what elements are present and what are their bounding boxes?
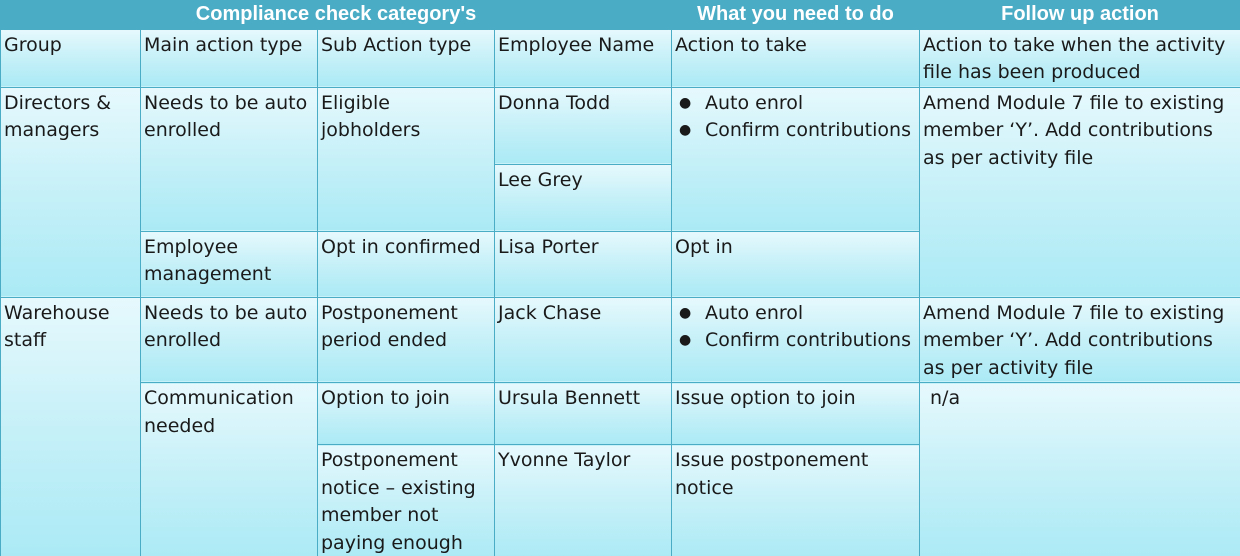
cell-main-directors-2: Employee management — [140, 230, 318, 298]
header-row: Compliance check category's What you nee… — [0, 0, 1240, 30]
col-action-to-take: Action to take — [671, 28, 920, 88]
list-item-text: Auto enrol — [705, 301, 804, 324]
column-header-row: Group Main action type Sub Action type E… — [0, 28, 1240, 88]
bullet-icon: ● — [679, 122, 692, 138]
cell-employee-ursula: Ursula Bennett — [494, 382, 672, 445]
cell-employee-jack: Jack Chase — [494, 296, 672, 383]
cell-sub-warehouse-2: Option to join — [317, 382, 495, 445]
cell-main-directors-1: Needs to be auto enrolled — [140, 86, 318, 232]
cell-employee-lee: Lee Grey — [494, 163, 672, 232]
cell-group-warehouse: Warehouse staff — [0, 296, 141, 556]
bullet-icon: ● — [679, 94, 692, 111]
cell-followup-warehouse-2: n/a — [919, 382, 1240, 556]
header-categories: Compliance check category's — [0, 0, 672, 30]
header-followup: Follow up action — [919, 0, 1240, 30]
cell-sub-directors-1: Eligible jobholders — [317, 86, 495, 232]
cell-followup-directors: Amend Module 7 file to existing member ‘… — [919, 86, 1240, 298]
table-row: Communication needed Option to join Ursu… — [1, 382, 1240, 556]
list-item-text: Confirm contributions — [705, 329, 911, 351]
list-item: ● Confirm contributions — [675, 327, 916, 355]
list-item: ● Confirm contributions — [675, 117, 916, 145]
col-sub-action-type: Sub Action type — [317, 28, 495, 88]
bullet-icon: ● — [679, 304, 692, 321]
action-bullet-list: ● Auto enrol ● Confirm contributions — [675, 300, 916, 355]
compliance-table: Compliance check category's What you nee… — [0, 0, 1240, 556]
cell-employee-lisa: Lisa Porter — [494, 230, 672, 298]
table-row: Directors & managers Needs to be auto en… — [0, 86, 1240, 298]
action-bullet-list: ● Auto enrol ● Confirm contributions — [675, 90, 916, 145]
cell-action-warehouse-1: ● Auto enrol ● Confirm contributions — [671, 296, 920, 383]
cell-followup-warehouse-1: Amend Module 7 file to existing member ‘… — [919, 296, 1240, 383]
col-group: Group — [0, 28, 141, 88]
cell-action-directors-2: Opt in — [671, 230, 920, 298]
compliance-table-wrap: Compliance check category's What you nee… — [0, 0, 1240, 556]
cell-main-warehouse-2: Communication needed — [140, 382, 318, 556]
cell-sub-directors-2: Opt in confirmed — [317, 230, 495, 298]
cell-action-warehouse-3: Issue postponement notice — [671, 444, 920, 556]
header-todo: What you need to do — [671, 0, 920, 30]
list-item: ● Auto enrol — [675, 90, 916, 118]
cell-sub-warehouse-1: Postponement period ended — [317, 296, 495, 383]
col-main-action-type: Main action type — [140, 28, 318, 88]
cell-main-warehouse-1: Needs to be auto enrolled — [140, 296, 318, 383]
cell-employee-yvonne: Yvonne Taylor — [494, 444, 672, 556]
bullet-icon: ● — [679, 332, 692, 348]
cell-group-directors: Directors & managers — [0, 86, 141, 298]
cell-employee-donna: Donna Todd — [494, 86, 672, 165]
list-item-text: Auto enrol — [705, 91, 804, 114]
table-row: Warehouse staff Needs to be auto enrolle… — [0, 296, 1240, 556]
list-item-text: Confirm contributions — [705, 119, 911, 141]
list-item: ● Auto enrol — [675, 300, 916, 328]
cell-sub-warehouse-3: Postponement notice – existing member no… — [317, 444, 495, 556]
col-followup-action: Action to take when the activity file ha… — [919, 28, 1240, 88]
cell-action-warehouse-2: Issue option to join — [671, 382, 920, 445]
col-employee-name: Employee Name — [494, 28, 672, 88]
cell-action-directors-1: ● Auto enrol ● Confirm contributions — [671, 86, 920, 232]
